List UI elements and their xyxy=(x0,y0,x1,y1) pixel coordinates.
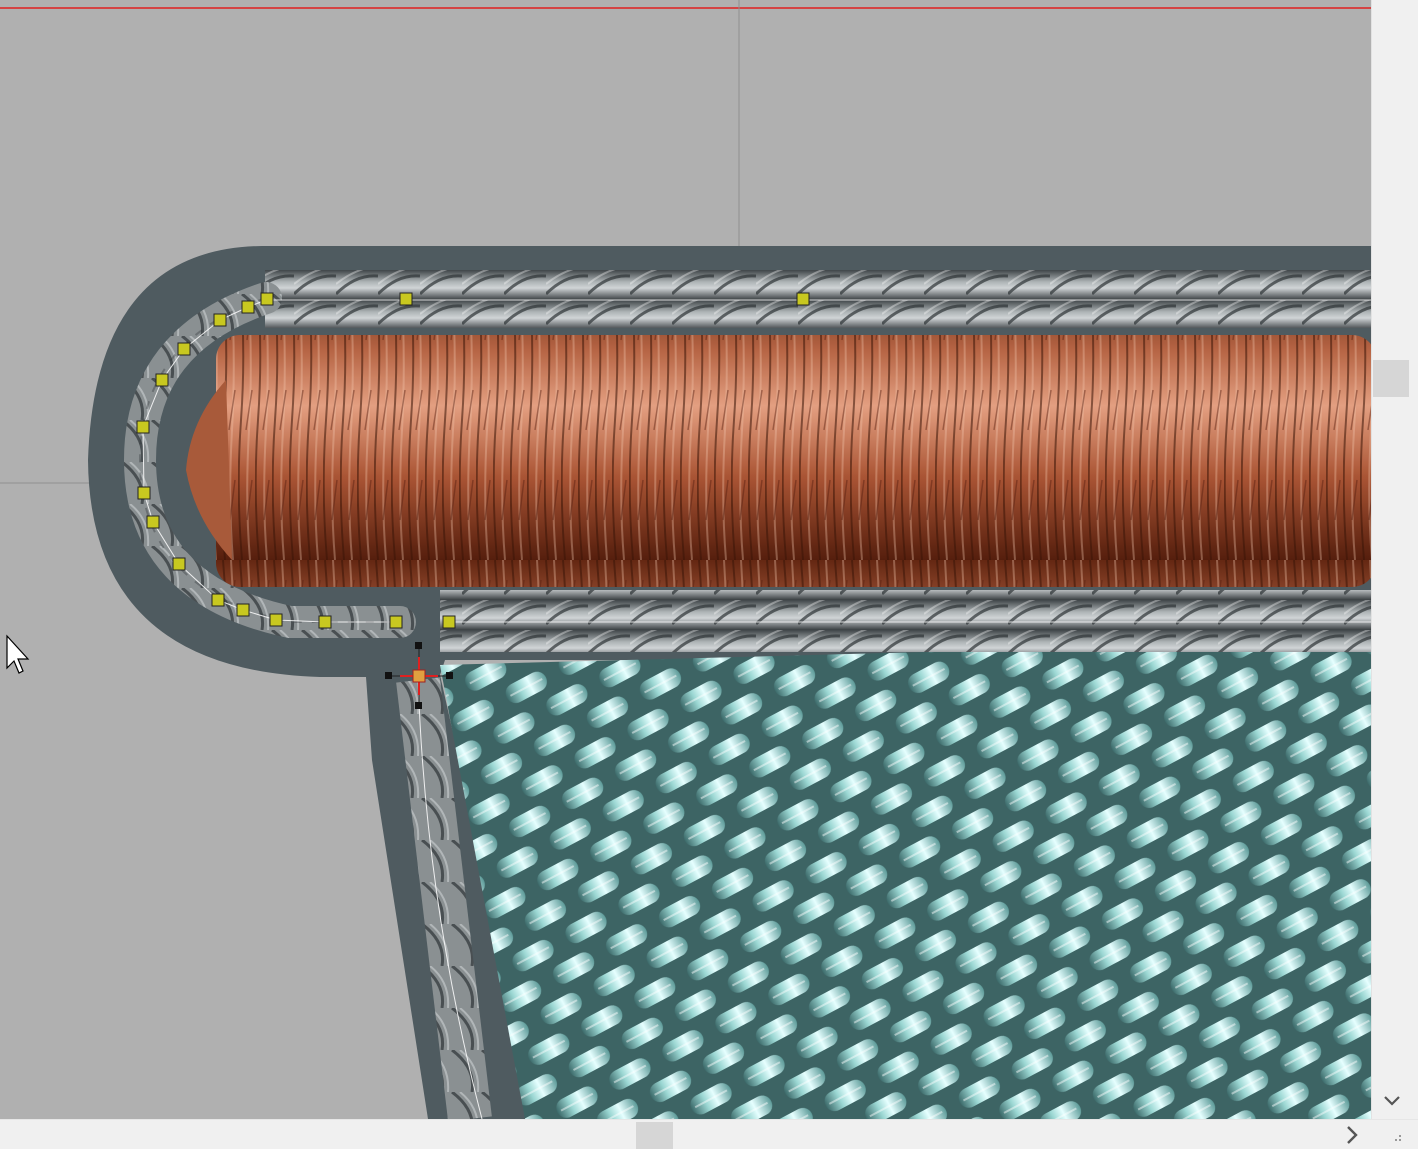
horizontal-scroll-thumb[interactable] xyxy=(636,1122,673,1149)
outline-bottom xyxy=(440,590,1371,652)
node-handle xyxy=(172,557,186,571)
node-handle xyxy=(260,292,274,306)
node-handle xyxy=(318,615,332,629)
vertical-scroll-thumb[interactable] xyxy=(1373,360,1409,397)
satin-column xyxy=(216,335,1371,587)
node-handle xyxy=(155,373,169,387)
embroidery-editor xyxy=(0,0,1418,1149)
horizontal-scrollbar[interactable] xyxy=(0,1119,1418,1149)
node-handle xyxy=(269,613,283,627)
node-handle xyxy=(146,515,160,529)
design-canvas[interactable] xyxy=(0,0,1371,1119)
chevron-down-icon xyxy=(1384,1096,1400,1106)
fill-area xyxy=(440,640,1371,1119)
scroll-down-button[interactable] xyxy=(1381,1089,1403,1111)
node-handle xyxy=(796,292,810,306)
node-handle xyxy=(399,292,413,306)
resize-grip-icon[interactable] xyxy=(1386,1126,1404,1144)
node-handle xyxy=(389,615,403,629)
outline-top xyxy=(265,270,1371,328)
scroll-right-button[interactable] xyxy=(1340,1123,1364,1147)
node-handle xyxy=(136,420,150,434)
node-handle xyxy=(137,486,151,500)
node-handle xyxy=(236,603,250,617)
node-handle xyxy=(211,593,225,607)
node-handle xyxy=(177,342,191,356)
node-handle xyxy=(213,313,227,327)
node-handle xyxy=(442,615,456,629)
chevron-right-icon xyxy=(1347,1126,1358,1144)
node-handle xyxy=(241,300,255,314)
vertical-scrollbar[interactable] xyxy=(1371,0,1418,1119)
